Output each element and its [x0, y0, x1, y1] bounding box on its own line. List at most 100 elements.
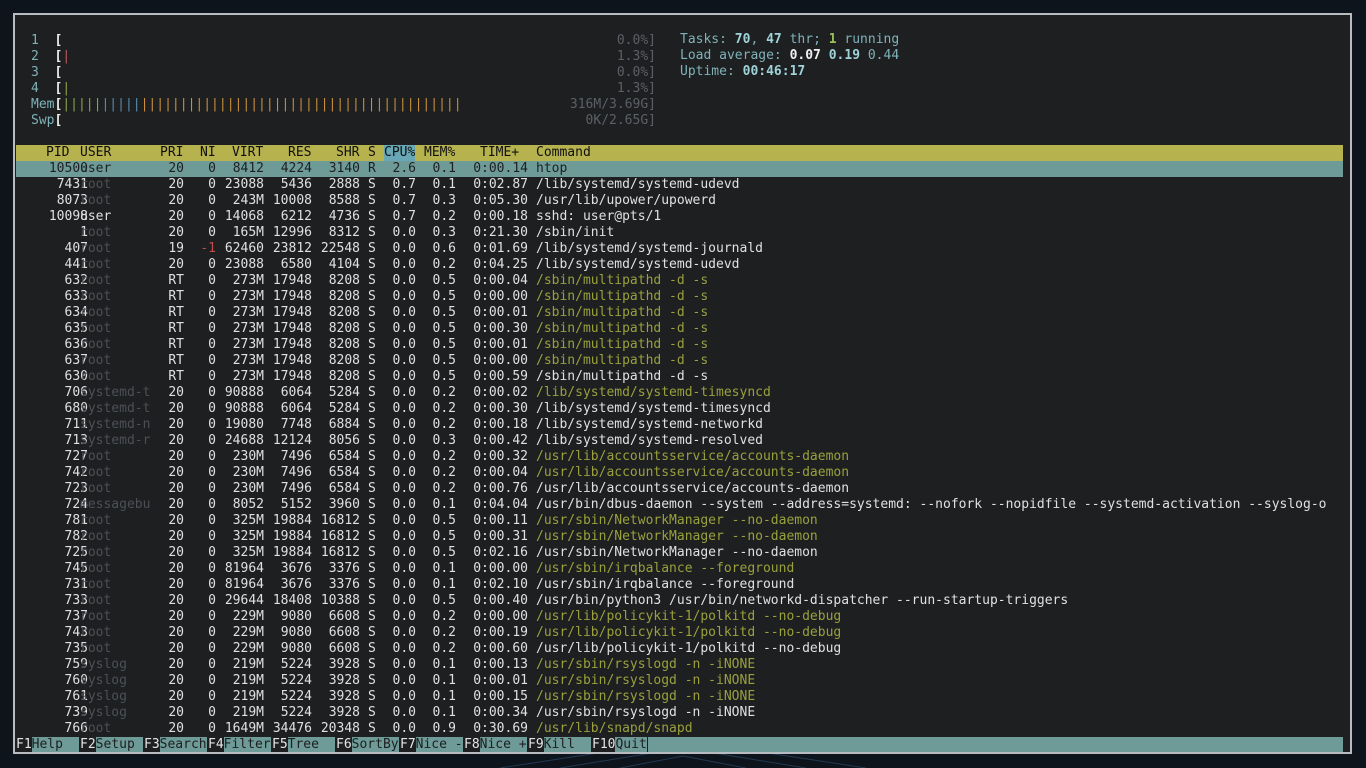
terminal-window[interactable]: 1 [0.0%] 2 [| 1.3%] 3 [0.0%] 4 [| 1.3%] Mem[||… [13, 13, 1352, 754]
process-row[interactable]: 766 root 20 0 1649M 34476 20348 S 0.0 0.9 0:30.69/… [16, 721, 1343, 737]
fkey-f6[interactable]: F6SortBy [336, 737, 399, 752]
cell-time: 0:00.40 [473, 593, 528, 608]
cell-ni: 0 [208, 673, 216, 688]
process-row[interactable]: 713 systemd-r 20 0 24688 12124 8056 S 0.0 0.3 0:00… [16, 433, 1343, 449]
process-row[interactable]: 727 root 20 0 230M 7496 6584 S 0.0 0.2 0:00.32/usr… [16, 449, 1343, 465]
cell-pri: 20 [168, 161, 184, 176]
process-row[interactable]: 630 root RT 0 273M 17948 8208 S 0.0 0.5 0:00.59/sb… [16, 369, 1343, 385]
cell-user: root [80, 641, 112, 656]
process-row[interactable]: 742 root 20 0 230M 7496 6584 S 0.0 0.2 0:00.04/usr… [16, 465, 1343, 481]
cell-mem: 0.5 [432, 273, 456, 288]
process-row[interactable]: 407 root 19 -1 62460 23812 22548 S 0.0 0.6 0:01.69… [16, 241, 1343, 257]
process-row[interactable]: 731 root 20 0 81964 3676 3376 S 0.0 0.1 0:02.10/us… [16, 577, 1343, 593]
process-row[interactable]: 10500 user 20 0 8412 4224 3140 R 2.6 0.1 0:00.14 ht… [16, 161, 1343, 177]
cell-ni: 0 [208, 257, 216, 272]
cell-pri: 20 [168, 529, 184, 544]
col-user[interactable]: USER [80, 145, 111, 161]
process-row[interactable]: 745 root 20 0 81964 3676 3376 S 0.0 0.1 0:00.00/us… [16, 561, 1343, 577]
process-row[interactable]: 743 root 20 0 229M 9080 6608 S 0.0 0.2 0:00.19/usr… [16, 625, 1343, 641]
meter-bar: | [62, 81, 71, 96]
process-row[interactable]: 781 root 20 0 325M 19884 16812 S 0.0 0.5 0:00.11/u… [16, 513, 1343, 529]
cell-cpu: 2.6 [392, 161, 416, 176]
process-row[interactable]: 680 systemd-t 20 0 90888 6064 5284 S 0.0 0.2 0:00.… [16, 401, 1343, 417]
cell-res: 9080 [280, 625, 312, 640]
cell-s: S [368, 305, 376, 320]
cell-s: S [368, 369, 376, 384]
cell-cpu: 0.0 [392, 641, 416, 656]
cell-virt: 273M [232, 289, 264, 304]
col-res[interactable]: RES [288, 145, 311, 161]
process-row[interactable]: 636 root RT 0 273M 17948 8208 S 0.0 0.5 0:00.01/sb… [16, 337, 1343, 353]
process-row[interactable]: 441 root 20 0 23088 6580 4104 S 0.0 0.2 0:04.25/li… [16, 257, 1343, 273]
cell-cpu: 0.0 [392, 241, 416, 256]
col-state[interactable]: S [368, 145, 376, 161]
threads-count: 47 [766, 32, 782, 47]
process-row[interactable]: 7431 root 20 0 23088 5436 2888 S 0.7 0.1 0:02.87/l… [16, 177, 1343, 193]
process-row[interactable]: 10098 user 20 0 14068 6212 4736 S 0.7 0.2 0:00.18 s… [16, 209, 1343, 225]
cell-cmd: /sbin/multipathd -d -s [536, 305, 709, 320]
fkey-label: Tree [287, 737, 335, 752]
col-ni[interactable]: NI [200, 145, 216, 161]
process-row[interactable]: 761 syslog 20 0 219M 5224 3928 S 0.0 0.1 0:00.15/u… [16, 689, 1343, 705]
cell-pri: 19 [168, 241, 184, 256]
cell-shr: 5284 [328, 385, 360, 400]
col-pri[interactable]: PRI [160, 145, 183, 161]
process-row[interactable]: 711 systemd-n 20 0 19080 7748 6884 S 0.0 0.2 0:00.… [16, 417, 1343, 433]
meter-value: 0.0%] [616, 65, 656, 80]
cell-cpu: 0.0 [392, 545, 416, 560]
cell-user: root [80, 241, 112, 256]
fkey-f4[interactable]: F4Filter [208, 737, 271, 752]
process-row[interactable]: 706 systemd-t 20 0 90888 6064 5284 S 0.0 0.2 0:00.… [16, 385, 1343, 401]
process-row[interactable]: 1 root 20 0 165M 12996 8312 S 0.0 0.3 0:21.30/sbin… [16, 225, 1343, 241]
fkey-f3[interactable]: F3Search [144, 737, 207, 752]
fkey-f2[interactable]: F2Setup [80, 737, 143, 752]
cell-virt: 273M [232, 369, 264, 384]
process-row[interactable]: 739 syslog 20 0 219M 5224 3928 S 0.0 0.1 0:00.34/u… [16, 705, 1343, 721]
process-row[interactable]: 633 root RT 0 273M 17948 8208 S 0.0 0.5 0:00.00/sb… [16, 289, 1343, 305]
fkey-f8[interactable]: F8Nice + [464, 737, 527, 752]
process-row[interactable]: 735 root 20 0 229M 9080 6608 S 0.0 0.2 0:00.60/usr… [16, 641, 1343, 657]
cell-mem: 0.2 [432, 481, 456, 496]
function-key-bar: F1Help F2Setup F3Search F4Filter F5Tree F6… [16, 737, 1343, 752]
col-virt[interactable]: VIRT [232, 145, 263, 161]
cell-virt: 14068 [224, 209, 264, 224]
cell-mem: 0.2 [432, 465, 456, 480]
process-row[interactable]: 723 root 20 0 230M 7496 6584 S 0.0 0.2 0:00.76/usr… [16, 481, 1343, 497]
cell-time: 0:00.30 [473, 321, 528, 336]
fkey-f10[interactable]: F10Quit [592, 737, 647, 752]
cell-cmd: /usr/sbin/NetworkManager --no-daemon [536, 513, 818, 528]
cell-shr: 10388 [320, 593, 360, 608]
process-row[interactable]: 782 root 20 0 325M 19884 16812 S 0.0 0.5 0:00.31/u… [16, 529, 1343, 545]
process-row[interactable]: 733 root 20 0 29644 18408 10388 S 0.0 0.5 0:00.40/… [16, 593, 1343, 609]
cell-res: 9080 [280, 609, 312, 624]
cell-cmd: /sbin/multipathd -d -s [536, 353, 709, 368]
process-row[interactable]: 725 root 20 0 325M 19884 16812 S 0.0 0.5 0:02.16/u… [16, 545, 1343, 561]
cell-ni: 0 [208, 225, 216, 240]
cell-user: syslog [80, 689, 127, 704]
fkey-f1[interactable]: F1Help [16, 737, 79, 752]
cell-cmd: sshd: user@pts/1 [536, 209, 662, 224]
col-mem[interactable]: MEM% [424, 145, 455, 161]
process-row[interactable]: 637 root RT 0 273M 17948 8208 S 0.0 0.5 0:00.00/sb… [16, 353, 1343, 369]
process-row[interactable]: 737 root 20 0 229M 9080 6608 S 0.0 0.2 0:00.00/usr… [16, 609, 1343, 625]
process-row[interactable]: 760 syslog 20 0 219M 5224 3928 S 0.0 0.1 0:00.01/u… [16, 673, 1343, 689]
cell-shr: 8208 [328, 289, 360, 304]
col-cpu[interactable]: CPU% [384, 145, 416, 161]
process-row[interactable]: 759 syslog 20 0 219M 5224 3928 S 0.0 0.1 0:00.13/u… [16, 657, 1343, 673]
process-row[interactable]: 635 root RT 0 273M 17948 8208 S 0.0 0.5 0:00.30/sb… [16, 321, 1343, 337]
process-row[interactable]: 632 root RT 0 273M 17948 8208 S 0.0 0.5 0:00.04/sb… [16, 273, 1343, 289]
cell-s: S [368, 225, 376, 240]
process-row[interactable]: 724 messagebu 20 0 8052 5152 3960 S 0.0 0.1 0:04.0… [16, 497, 1343, 513]
col-time[interactable]: TIME+ [480, 145, 519, 161]
fkey-f9[interactable]: F9Kill [528, 737, 591, 752]
fkey-f7[interactable]: F7Nice - [400, 737, 463, 752]
fkey-f5[interactable]: F5Tree [272, 737, 335, 752]
cell-ni: 0 [208, 513, 216, 528]
process-list[interactable]: 10500 user 20 0 8412 4224 3140 R 2.6 0.1 0:00.14 ht… [16, 161, 1343, 737]
process-row[interactable]: 634 root RT 0 273M 17948 8208 S 0.0 0.5 0:00.01/sb… [16, 305, 1343, 321]
cell-virt: 81964 [224, 577, 264, 592]
col-shr[interactable]: SHR [336, 145, 359, 161]
process-row[interactable]: 8073 root 20 0 243M 10008 8588 S 0.7 0.3 0:05.30/u… [16, 193, 1343, 209]
col-command[interactable]: Command [536, 145, 591, 161]
col-pid[interactable]: PID [46, 145, 69, 161]
